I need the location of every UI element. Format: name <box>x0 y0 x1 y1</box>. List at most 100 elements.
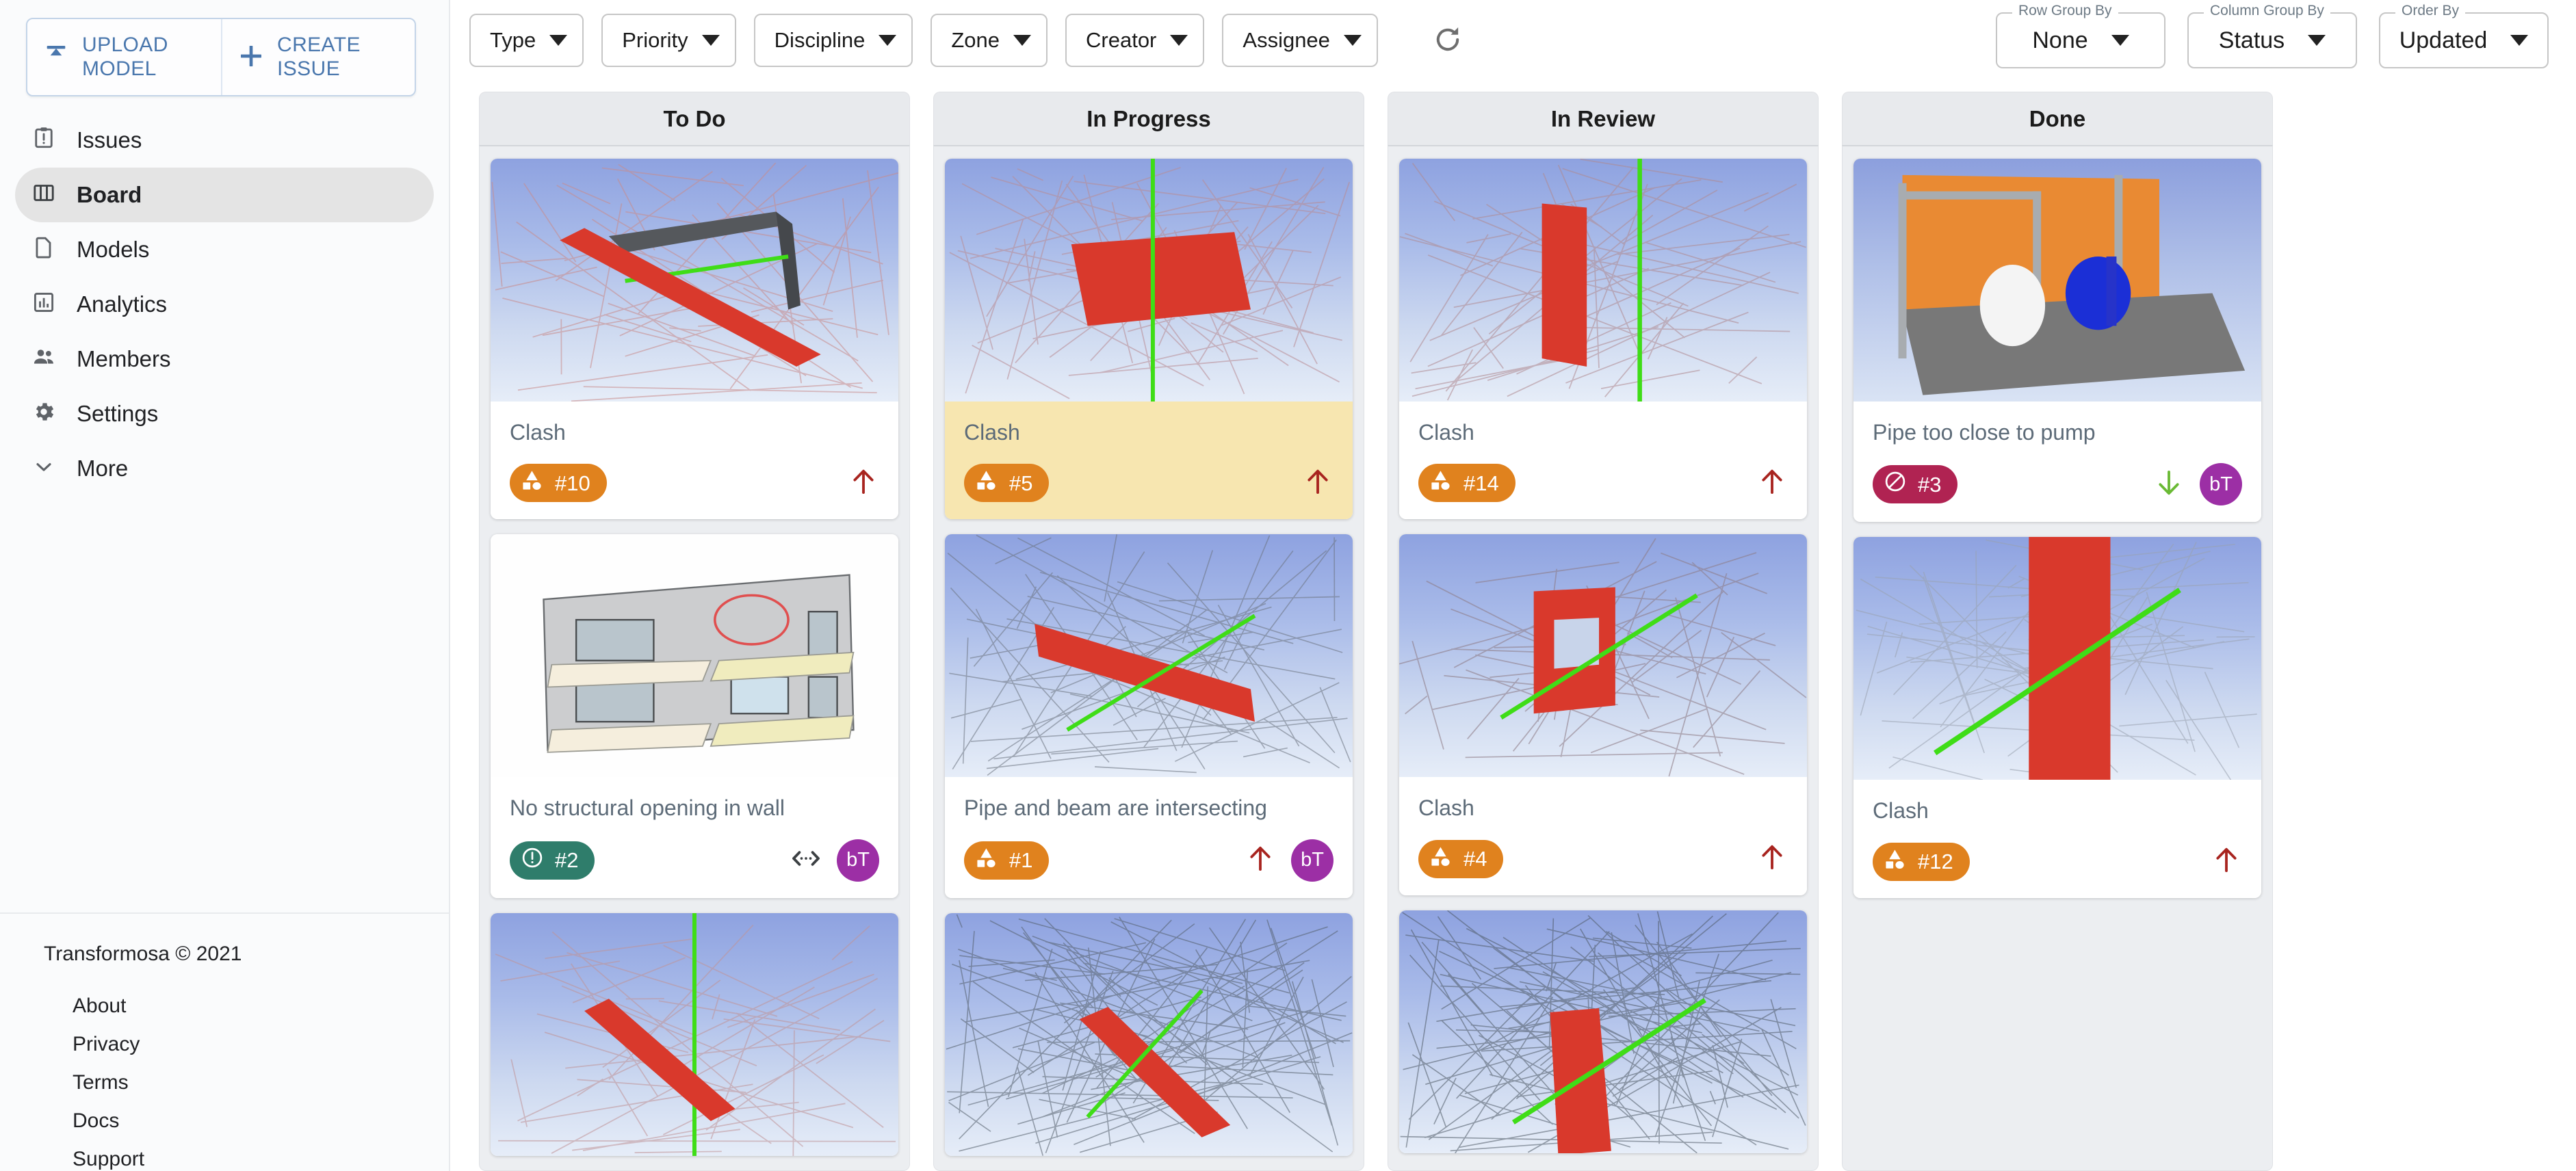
primary-action-group: UPLOAD MODEL CREATE ISSUE <box>26 18 416 96</box>
filter-discipline[interactable]: Discipline <box>753 14 913 67</box>
issue-badge[interactable]: #1 <box>964 841 1050 880</box>
issue-badge[interactable]: #14 <box>1418 464 1515 503</box>
issue-card[interactable]: No structural opening in wall #2 bT <box>491 534 898 898</box>
issue-card[interactable]: Clash #5 <box>945 159 1353 520</box>
sidebar-item-board[interactable]: Board <box>15 167 434 222</box>
issue-badge[interactable]: #3 <box>1873 465 1958 504</box>
issue-card-body: Clash #14 <box>1399 402 1807 520</box>
issue-card-meta: bT <box>2153 463 2242 506</box>
board-column: To Do Clash #10 No structural opening in wa… <box>479 92 910 1171</box>
sidebar-item-label: Analytics <box>77 291 168 317</box>
issue-card[interactable]: Clash #10 <box>491 159 898 520</box>
issue-card[interactable] <box>1399 910 1807 1153</box>
column-group-by-select[interactable]: Status <box>2187 12 2357 68</box>
column-header: Done <box>1842 92 2273 145</box>
order-by-select[interactable]: Updated <box>2379 12 2549 68</box>
bar-chart-icon <box>31 290 56 318</box>
footer-link-about[interactable]: About <box>73 995 449 1018</box>
filter-group: Type Priority Discipline Zone Creator As… <box>469 14 1470 67</box>
filter-label: Priority <box>622 28 688 52</box>
filter-zone[interactable]: Zone <box>931 14 1048 67</box>
columns-icon <box>31 181 56 209</box>
order-by-legend: Order By <box>2395 3 2466 19</box>
sidebar-item-more[interactable]: More <box>15 441 434 496</box>
people-icon <box>31 345 56 373</box>
issue-card-footer: #2 bT <box>510 839 879 882</box>
issue-thumbnail <box>491 159 898 402</box>
filter-assignee[interactable]: Assignee <box>1222 14 1378 67</box>
sidebar-item-analytics[interactable]: Analytics <box>15 277 434 332</box>
issue-card[interactable] <box>945 912 1353 1156</box>
shapes-icon <box>521 469 544 497</box>
issue-thumbnail <box>945 534 1353 778</box>
shapes-icon <box>1429 469 1453 497</box>
main-area: Type Priority Discipline Zone Creator As… <box>450 0 2576 1171</box>
arrow-up-icon <box>1756 466 1788 501</box>
filter-priority[interactable]: Priority <box>601 14 736 67</box>
issue-number: #2 <box>555 848 579 873</box>
upload-model-button[interactable]: UPLOAD MODEL <box>27 19 221 95</box>
sidebar-item-models[interactable]: Models <box>15 222 434 277</box>
issue-number: #4 <box>1463 847 1487 871</box>
upload-model-label: UPLOAD MODEL <box>82 34 168 81</box>
row-group-by-control: Row Group By None <box>1996 3 2165 68</box>
issue-card[interactable]: Clash #12 <box>1853 537 2261 898</box>
footer-link-terms[interactable]: Terms <box>73 1071 449 1094</box>
column-title: Done <box>2029 105 2086 131</box>
sidebar-item-members[interactable]: Members <box>15 332 434 386</box>
issue-card[interactable]: Clash #14 <box>1399 159 1807 520</box>
issue-card[interactable] <box>491 912 898 1156</box>
issue-card[interactable]: Clash #4 <box>1399 534 1807 895</box>
block-icon <box>1884 470 1907 499</box>
column-title: In Review <box>1550 105 1656 131</box>
issue-card[interactable]: Pipe too close to pump #3 bT <box>1853 159 2261 523</box>
sidebar-item-label: More <box>77 455 129 481</box>
issue-number: #10 <box>555 471 590 495</box>
issue-title: Clash <box>964 420 1020 445</box>
filter-label: Creator <box>1086 28 1157 52</box>
chevron-down-icon <box>1170 35 1188 46</box>
footer-link-support[interactable]: Support <box>73 1148 449 1171</box>
column-title: In Progress <box>1087 105 1211 131</box>
issue-card-body: Clash #4 <box>1399 777 1807 895</box>
column-header: In Progress <box>933 92 1364 145</box>
footer-link-privacy[interactable]: Privacy <box>73 1033 449 1056</box>
issue-card-meta <box>1302 466 1333 501</box>
refresh-button[interactable] <box>1426 18 1470 62</box>
column-body: Clash #5 Pipe and beam are intersecting #1 b… <box>933 145 1364 1171</box>
code-icon[interactable] <box>790 843 822 878</box>
issue-title: Clash <box>1418 795 1474 821</box>
issue-badge[interactable]: #5 <box>964 464 1050 503</box>
issue-thumbnail <box>1399 910 1807 1153</box>
avatar[interactable]: bT <box>837 839 879 882</box>
sidebar-item-issues[interactable]: Issues <box>15 113 434 168</box>
app-root: UPLOAD MODEL CREATE ISSUE Issues Board M… <box>0 0 2576 1171</box>
create-issue-button[interactable]: CREATE ISSUE <box>221 19 415 95</box>
filter-type[interactable]: Type <box>469 14 584 67</box>
avatar[interactable]: bT <box>2200 463 2242 506</box>
chevron-down-icon <box>2308 35 2326 46</box>
issue-badge[interactable]: #10 <box>510 464 607 503</box>
issue-card[interactable]: Pipe and beam are intersecting #1 bT <box>945 534 1353 898</box>
footer-link-docs[interactable]: Docs <box>73 1109 449 1133</box>
issue-thumbnail <box>1853 537 2261 780</box>
order-by-value: Updated <box>2399 27 2488 53</box>
issue-badge[interactable]: #2 <box>510 841 595 880</box>
arrow-up-icon <box>848 466 879 501</box>
issue-number: #12 <box>1918 850 1953 874</box>
avatar[interactable]: bT <box>1291 839 1333 882</box>
sidebar-item-label: Settings <box>77 400 159 426</box>
issue-badge[interactable]: #4 <box>1418 839 1504 878</box>
row-group-by-select[interactable]: None <box>1996 12 2165 68</box>
sidebar-item-settings[interactable]: Settings <box>15 386 434 441</box>
issue-number: #5 <box>1009 471 1033 495</box>
filter-creator[interactable]: Creator <box>1065 14 1205 67</box>
issue-number: #1 <box>1009 848 1033 873</box>
issue-card-footer: #12 <box>1873 842 2242 882</box>
board-toolbar: Type Priority Discipline Zone Creator As… <box>450 0 2576 81</box>
column-body: Clash #10 No structural opening in wall #2 b… <box>479 145 910 1171</box>
chevron-down-icon <box>701 35 720 46</box>
row-group-by-value: None <box>2032 27 2088 53</box>
sidebar-nav: Issues Board Models Analytics Members Se… <box>0 109 449 496</box>
issue-badge[interactable]: #12 <box>1873 842 1970 881</box>
